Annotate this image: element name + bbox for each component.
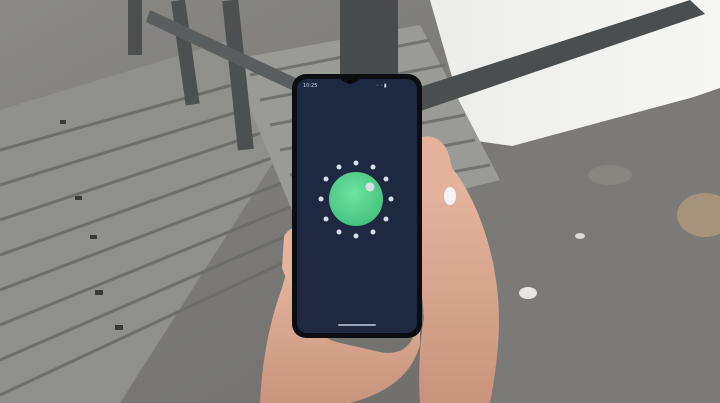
photo-scene xyxy=(0,0,720,403)
fingernail xyxy=(444,187,456,205)
status-icons: ◦◦▮ xyxy=(376,83,388,89)
status-time: 10:25 xyxy=(303,83,318,89)
globe-highlight-dot xyxy=(365,182,375,192)
globe-icon xyxy=(329,172,383,226)
smartphone xyxy=(292,74,422,338)
floor-debris xyxy=(519,287,537,299)
floor-stain xyxy=(588,165,632,185)
home-indicator xyxy=(338,324,376,326)
floor-debris xyxy=(575,233,585,239)
